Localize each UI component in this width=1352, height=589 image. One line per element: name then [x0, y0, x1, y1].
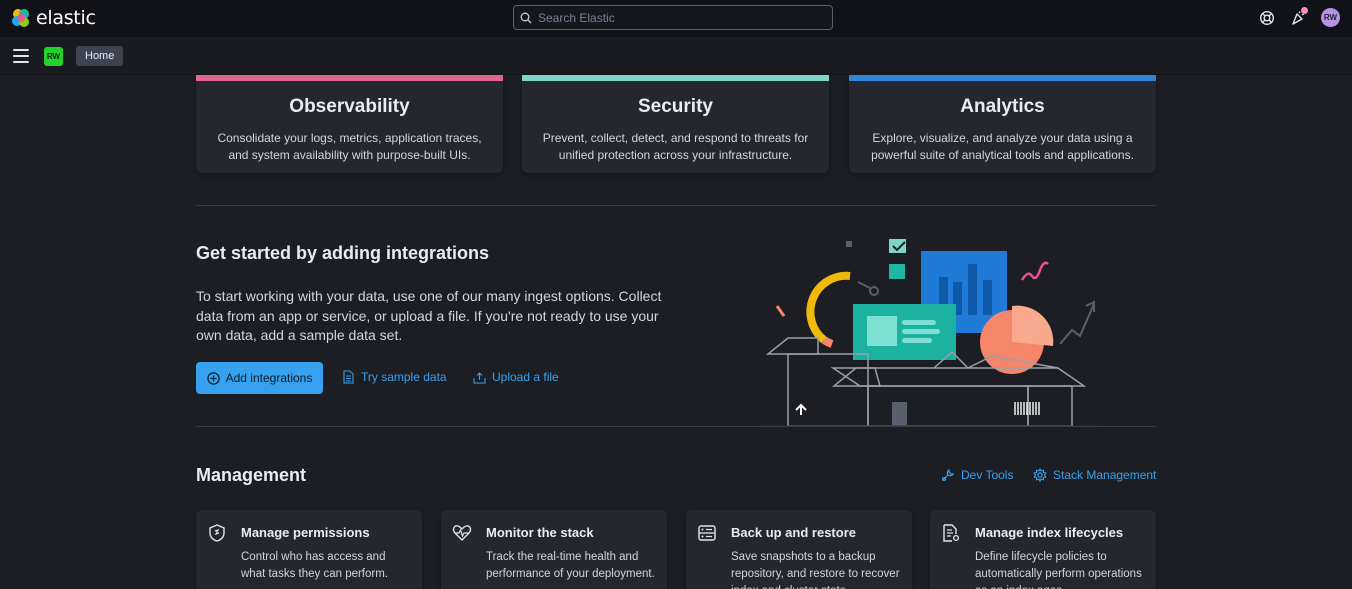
upload-file-link[interactable]: Upload a file [473, 370, 559, 384]
try-sample-data-label: Try sample data [361, 370, 447, 384]
heartbeat-icon [452, 525, 472, 541]
user-avatar[interactable]: RW [1321, 8, 1340, 27]
management-card-monitor[interactable]: Monitor the stack Track the real-time he… [441, 510, 667, 589]
stack-management-link[interactable]: Stack Management [1033, 468, 1156, 482]
integrations-title: Get started by adding integrations [196, 243, 490, 263]
card-title: Manage index lifecycles [975, 525, 1124, 540]
add-integrations-button[interactable]: Add integrations [196, 362, 323, 394]
notification-dot [1301, 7, 1308, 14]
menu-icon[interactable] [13, 49, 29, 63]
stack-management-label: Stack Management [1053, 468, 1157, 482]
elastic-logo-icon [12, 9, 29, 27]
solution-title: Analytics [960, 96, 1045, 117]
gear-icon [1033, 468, 1047, 482]
card-accent-bar [849, 75, 1156, 81]
brand-name: elastic [36, 7, 96, 29]
server-icon [698, 525, 716, 541]
solution-description: Prevent, collect, detect, and respond to… [542, 131, 809, 162]
breadcrumb-home[interactable]: Home [76, 46, 124, 66]
management-card-lifecycles[interactable]: Manage index lifecycles Define lifecycle… [930, 510, 1156, 589]
solution-card-security[interactable]: Security Prevent, collect, detect, and r… [522, 75, 829, 173]
breadcrumb-bar: RW Home [0, 37, 1352, 75]
document-gear-icon [943, 524, 960, 542]
card-title: Monitor the stack [486, 525, 594, 540]
wrench-icon [941, 469, 954, 482]
solution-description: Consolidate your logs, metrics, applicat… [217, 131, 482, 162]
solution-description: Explore, visualize, and analyze your dat… [871, 131, 1134, 162]
solution-title: Observability [289, 96, 410, 117]
card-accent-bar [522, 75, 829, 81]
dev-tools-link[interactable]: Dev Tools [941, 468, 1013, 482]
upload-file-label: Upload a file [492, 370, 559, 384]
search-icon [520, 12, 532, 23]
solution-card-analytics[interactable]: Analytics Explore, visualize, and analyz… [849, 75, 1156, 173]
card-title: Manage permissions [241, 525, 370, 540]
card-description: Define lifecycle policies to automatical… [975, 551, 1142, 589]
try-sample-data-link[interactable]: Try sample data [342, 370, 447, 384]
help-icon[interactable] [1258, 9, 1276, 27]
space-selector[interactable]: RW [44, 47, 63, 66]
section-divider [196, 426, 1156, 427]
management-card-backup[interactable]: Back up and restore Save snapshots to a … [686, 510, 912, 589]
section-divider [196, 205, 1156, 206]
card-title: Back up and restore [731, 525, 856, 540]
shield-icon [209, 524, 225, 542]
management-title: Management [196, 465, 307, 485]
top-header: elastic RW [0, 0, 1352, 37]
integrations-illustration [760, 239, 1100, 427]
integrations-description: To start working with your data, use one… [196, 288, 662, 343]
card-description: Save snapshots to a backup repository, a… [731, 551, 900, 589]
solution-card-observability[interactable]: Observability Consolidate your logs, met… [196, 75, 503, 173]
elastic-logo[interactable]: elastic [11, 7, 96, 29]
card-accent-bar [196, 75, 503, 81]
card-description: Control who has access and what tasks th… [241, 551, 389, 580]
management-card-permissions[interactable]: Manage permissions Control who has acces… [196, 510, 422, 589]
solution-title: Security [638, 96, 713, 117]
global-search[interactable] [513, 5, 833, 30]
search-input[interactable] [538, 10, 818, 25]
dev-tools-label: Dev Tools [961, 468, 1014, 482]
add-integrations-label: Add integrations [225, 371, 313, 385]
document-icon [343, 370, 354, 384]
plus-circle-icon [206, 371, 220, 385]
upload-icon [473, 371, 486, 384]
card-description: Track the real-time health and performan… [486, 551, 655, 580]
